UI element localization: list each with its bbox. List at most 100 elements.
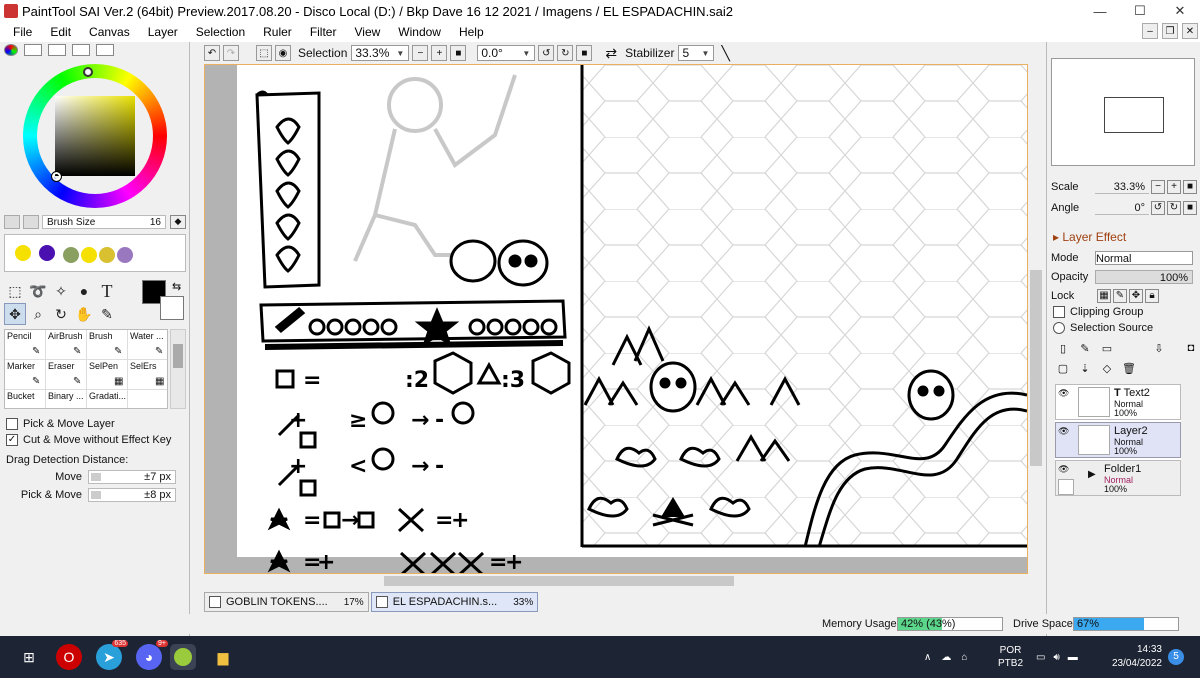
layer-item-folder1[interactable]: 👁︎ ▶ Folder1 Normal 100% — [1055, 460, 1181, 496]
swap-colors-icon[interactable]: ⇆ — [172, 280, 181, 293]
lock-move-icon[interactable]: ✥ — [1129, 289, 1143, 303]
new-folder-icon[interactable]: ▭ — [1099, 342, 1115, 358]
telegram-icon[interactable]: ➤ 635 — [96, 640, 128, 670]
canvas-viewport[interactable]: = :2 :3 + ≥ → - + < → - = → = + = + = + — [204, 64, 1028, 577]
zoom-combo[interactable]: 33.3% ▼ — [351, 45, 410, 61]
brush-selers[interactable]: SelErs ▦ — [128, 360, 167, 390]
rotate-right-icon[interactable]: ↻ — [557, 45, 574, 61]
deselect-icon[interactable]: ⬚ — [256, 45, 272, 61]
hsv-sliders-tab-icon[interactable] — [48, 44, 66, 56]
opera-icon[interactable]: O — [56, 644, 82, 670]
doc-restore-button[interactable]: ❐ — [1162, 23, 1178, 39]
blend-mode-select[interactable]: Normal — [1095, 251, 1193, 265]
transfer-down-icon[interactable]: ⇣ — [1077, 362, 1093, 378]
rect-select-tool-icon[interactable]: ⬚ — [4, 280, 26, 302]
language-indicator[interactable]: POR PTB2 — [998, 636, 1023, 678]
brush-binary[interactable]: Binary ... — [46, 390, 87, 408]
notification-badge[interactable]: 5 — [1168, 649, 1184, 665]
opacity-slider[interactable]: 100% — [1095, 270, 1193, 284]
brush-grid-scrollbar[interactable] — [170, 329, 186, 409]
new-linework-layer-icon[interactable]: ✎ — [1077, 342, 1093, 358]
navigator-viewport-frame[interactable] — [1104, 97, 1164, 133]
pick-move-layer-checkbox[interactable]: Pick & Move Layer — [6, 418, 115, 430]
lock-all-icon[interactable]: 🔒︎ — [1145, 289, 1159, 303]
menu-selection[interactable]: Selection — [187, 25, 254, 39]
close-button[interactable]: ✕ — [1160, 0, 1200, 22]
palette-swatch[interactable] — [117, 247, 133, 263]
copy-layer-icon[interactable]: ▢ — [1055, 362, 1071, 378]
doc-tab-el-espadachin[interactable]: EL ESPADACHIN.s... 33% — [370, 592, 539, 612]
layer-effect-header[interactable]: ▸ Layer Effect — [1053, 230, 1126, 244]
flip-icon[interactable]: ⇄ — [605, 45, 617, 62]
magic-wand-tool-icon[interactable]: ✧ — [50, 280, 72, 302]
redo-icon[interactable]: ↷ — [223, 45, 239, 61]
move-tool-icon[interactable]: ✥ — [4, 303, 26, 325]
eyedropper-tool-icon[interactable]: ✎ — [96, 303, 118, 325]
volume-icon[interactable]: 🔊︎ — [1053, 652, 1059, 663]
windows-start-icon[interactable]: ⊞ — [16, 644, 42, 670]
merge-down-icon[interactable]: ⇩ — [1151, 342, 1167, 358]
rotate-reset-icon[interactable]: ■ — [1183, 201, 1197, 215]
sv-handle[interactable] — [51, 171, 62, 182]
maximize-button[interactable]: ☐ — [1120, 0, 1160, 22]
brush-marker[interactable]: Marker ✎ — [5, 360, 46, 390]
zoom-out-icon[interactable]: − — [412, 45, 429, 61]
brush-size-lock-icon[interactable] — [23, 215, 39, 229]
selection-source-checkbox[interactable]: Selection Source — [1053, 322, 1153, 334]
rotate-left-icon[interactable]: ↺ — [538, 45, 555, 61]
move-distance-slider[interactable]: ±7 px — [88, 470, 176, 484]
menu-canvas[interactable]: Canvas — [80, 25, 139, 39]
color-wheel-tab-icon[interactable] — [4, 44, 18, 56]
brush-brush[interactable]: Brush ✎ — [87, 330, 128, 360]
delete-layer-icon[interactable]: 🗑︎ — [1121, 362, 1137, 378]
color-wheel[interactable] — [23, 64, 167, 208]
menu-window[interactable]: Window — [389, 25, 450, 39]
layer-item-layer2[interactable]: 👁︎ Layer2 Normal 100% — [1055, 422, 1181, 458]
menu-view[interactable]: View — [345, 25, 389, 39]
navigator-thumbnail[interactable] — [1051, 58, 1195, 166]
doc-close-button[interactable]: ✕ — [1182, 23, 1198, 39]
file-explorer-icon[interactable]: ▆ — [210, 644, 236, 670]
brush-gradation[interactable]: Gradati... — [87, 390, 128, 408]
rotate-tool-icon[interactable]: ↻ — [50, 303, 72, 325]
shape-tool-icon[interactable]: ● — [73, 280, 95, 302]
scroll-thumb[interactable] — [384, 576, 734, 586]
canvas-vertical-scrollbar[interactable] — [1028, 64, 1044, 574]
brush-size-toggle-icon[interactable] — [4, 215, 20, 229]
lock-transparency-icon[interactable]: ▦ — [1097, 289, 1111, 303]
palette-swatch[interactable] — [81, 247, 97, 263]
zoom-reset-icon[interactable]: ■ — [1183, 180, 1197, 194]
chevron-up-icon[interactable]: ∧ — [924, 652, 931, 663]
angle-combo[interactable]: 0.0° ▼ — [477, 45, 536, 61]
layer-mask-icon[interactable]: ◘ — [1183, 342, 1199, 358]
hue-handle[interactable] — [83, 67, 93, 77]
rgb-sliders-tab-icon[interactable] — [24, 44, 42, 56]
folder-expand-icon[interactable]: ▶ — [1088, 469, 1096, 480]
zoom-reset-icon[interactable]: ■ — [450, 45, 467, 61]
lasso-tool-icon[interactable]: ➰ — [27, 280, 49, 302]
rotate-right-icon[interactable]: ↻ — [1167, 201, 1181, 215]
menu-layer[interactable]: Layer — [139, 25, 187, 39]
clear-layer-icon[interactable]: ◇ — [1099, 362, 1115, 378]
scale-value[interactable]: 33.3% — [1095, 180, 1149, 194]
palette-swatch[interactable] — [39, 245, 55, 261]
zoom-out-icon[interactable]: − — [1151, 180, 1165, 194]
menu-ruler[interactable]: Ruler — [254, 25, 301, 39]
lock-paint-icon[interactable]: ✎ — [1113, 289, 1127, 303]
palette-swatch[interactable] — [99, 247, 115, 263]
new-layer-icon[interactable]: ▯ — [1055, 342, 1071, 358]
menu-edit[interactable]: Edit — [41, 25, 80, 39]
brush-settings-icon[interactable]: ◆ — [170, 215, 186, 229]
eye-icon[interactable]: 👁︎ — [1058, 426, 1072, 436]
rotate-reset-icon[interactable]: ■ — [576, 45, 593, 61]
doc-tab-goblin-tokens[interactable]: GOBLIN TOKENS.... 17% — [204, 592, 369, 612]
stabilizer-combo[interactable]: 5 ▼ — [678, 45, 715, 61]
eye-icon[interactable]: 👁︎ — [1058, 464, 1072, 474]
discord-icon[interactable]: ◕ 9+ — [136, 640, 168, 670]
network-icon[interactable]: ⌂ — [961, 652, 967, 663]
brush-size-slider[interactable]: Brush Size 16 — [42, 215, 166, 229]
zoom-tool-icon[interactable]: ⌕ — [27, 303, 49, 325]
saturation-value-square[interactable] — [55, 96, 135, 176]
cloud-icon[interactable]: ☁ — [941, 652, 951, 663]
palette-swatch[interactable] — [15, 245, 31, 261]
